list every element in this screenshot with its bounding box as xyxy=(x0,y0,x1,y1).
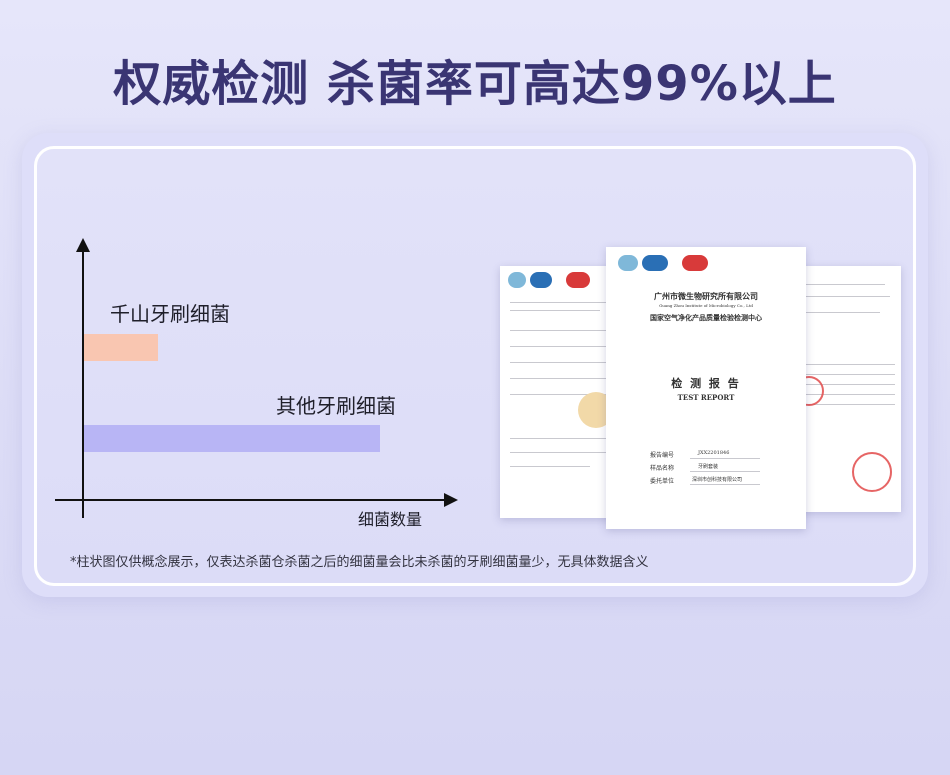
bar-qianshan xyxy=(84,334,158,361)
report-field-label-3: 委托单位 xyxy=(650,478,675,485)
ma-logo-icon xyxy=(682,255,708,271)
page-headline: 权威检测 杀菌率可高达99%以上 xyxy=(113,56,837,112)
ilac-mra-logo-icon xyxy=(618,255,638,271)
report-cover: 广州市微生物研究所有限公司 Guang Zhou Institute of Mi… xyxy=(606,247,806,529)
report-page-left xyxy=(500,266,620,518)
bacteria-bar-chart xyxy=(55,238,458,518)
cnas-logo-icon xyxy=(642,255,668,271)
report-field-value-2: 牙刷套装 xyxy=(698,464,719,470)
report-field-value-3: 深圳市创科技有限公司 xyxy=(692,477,743,483)
report-center-name: 国家空气净化产品质量检验检测中心 xyxy=(650,313,762,322)
report-org-name: 广州市微生物研究所有限公司 xyxy=(654,291,758,301)
report-field-label-2: 样品名称 xyxy=(650,465,675,472)
bar-other xyxy=(84,425,380,452)
x-axis-label: 细菌数量 xyxy=(358,510,423,529)
category-label-qianshan: 千山牙刷细菌 xyxy=(110,302,230,326)
y-axis-arrow-icon xyxy=(76,238,90,252)
x-axis-arrow-icon xyxy=(444,493,458,507)
ilac-logo-icon xyxy=(508,272,526,288)
report-page-right xyxy=(790,266,901,512)
red-seal-icon xyxy=(852,452,892,492)
cnas-logo-icon xyxy=(530,272,552,288)
report-field-label-1: 报告编号 xyxy=(650,452,675,459)
report-title-en: TEST REPORT xyxy=(677,393,735,402)
report-org-name-en: Guang Zhou Institute of Microbiology Co.… xyxy=(659,303,753,308)
ma-logo-icon xyxy=(566,272,590,288)
report-title: 检 测 报 告 xyxy=(671,377,741,390)
category-label-other: 其他牙刷细菌 xyxy=(276,394,396,418)
chart-footnote: *柱状图仅供概念展示，仅表达杀菌仓杀菌之后的细菌量会比未杀菌的牙刷细菌量少，无具… xyxy=(70,555,649,570)
report-field-value-1: JXX2201846 xyxy=(698,450,730,456)
